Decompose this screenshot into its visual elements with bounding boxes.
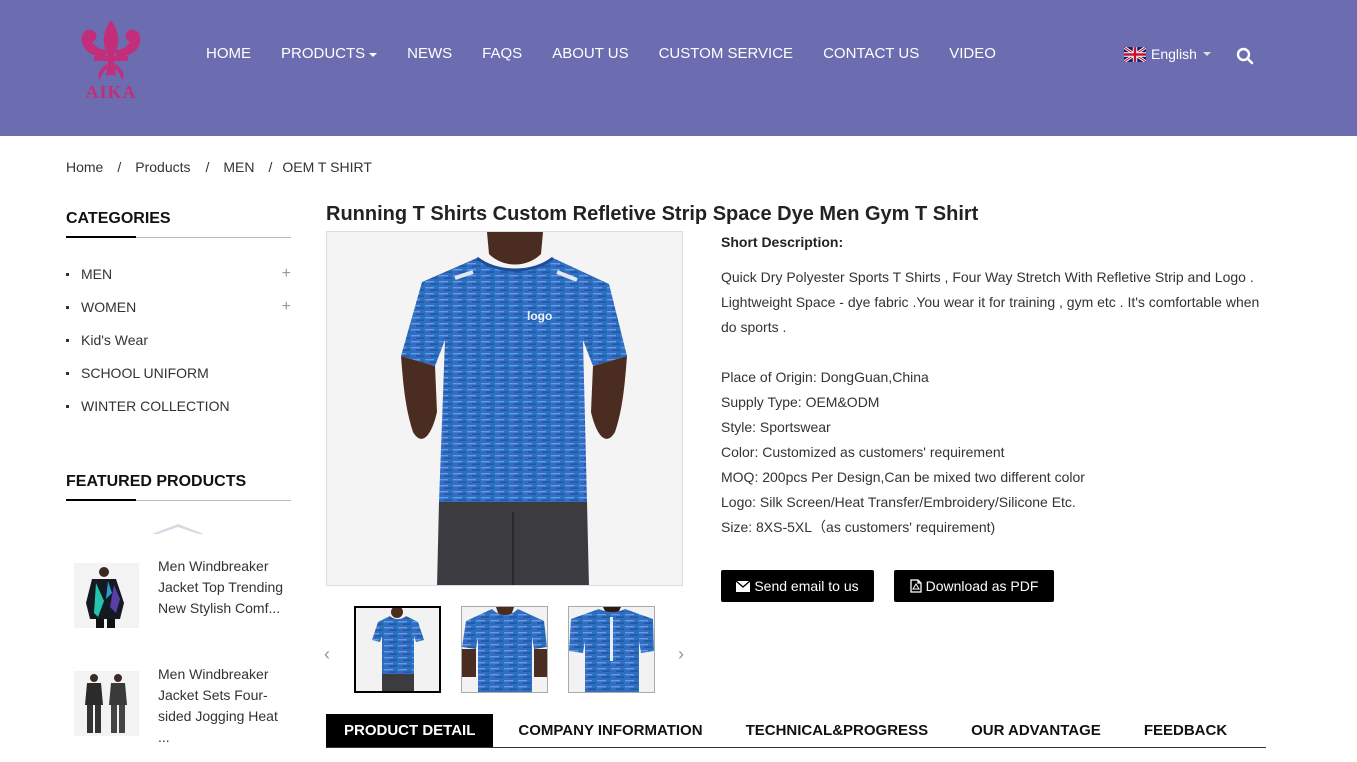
send-email-label: Send email to us [754, 578, 859, 594]
breadcrumb-separator: / [117, 159, 122, 175]
product-description: Quick Dry Polyester Sports T Shirts , Fo… [721, 269, 1260, 335]
category-list: MEN + WOMEN + Kid's Wear SCHOOL UNIFORM … [66, 263, 291, 428]
categories-title: CATEGORIES [66, 210, 171, 227]
nav-home[interactable]: HOME [206, 44, 251, 64]
breadcrumb: Home / Products / MEN / OEM T SHIRT [66, 159, 372, 175]
featured-product-image [74, 671, 139, 736]
jacket-set-image [74, 671, 139, 736]
category-label: WOMEN [81, 299, 137, 315]
language-label: English [1151, 46, 1197, 62]
main-nav: HOME PRODUCTS NEWS FAQS ABOUT US CUSTOM … [206, 44, 1026, 64]
nav-contact-us[interactable]: CONTACT US [823, 44, 919, 64]
featured-product-name[interactable]: Men Windbreaker Jacket Sets Four-sided J… [158, 664, 288, 748]
spec-origin: Place of Origin: DongGuan,China [721, 369, 929, 385]
breadcrumb-separator: / [205, 159, 210, 175]
spec-logo: Logo: Silk Screen/Heat Transfer/Embroide… [721, 494, 1076, 510]
search-icon[interactable] [1236, 47, 1254, 65]
featured-product-name[interactable]: Men Windbreaker Jacket Top Trending New … [158, 556, 288, 619]
pdf-file-icon [909, 579, 922, 593]
product-tabs: PRODUCT DETAIL COMPANY INFORMATION TECHN… [326, 714, 1266, 748]
spec-supply-type: Supply Type: OEM&ODM [721, 394, 880, 410]
product-title: Running T Shirts Custom Refletive Strip … [326, 203, 979, 225]
tab-technical-progress[interactable]: TECHNICAL&PROGRESS [728, 714, 947, 747]
featured-product-item[interactable]: Men Windbreaker Jacket Top Trending New … [74, 556, 289, 636]
breadcrumb-products[interactable]: Products [135, 159, 190, 175]
thumbnail-front[interactable] [354, 606, 441, 693]
tab-feedback[interactable]: FEEDBACK [1126, 714, 1245, 747]
thumbnail-image [356, 608, 439, 691]
category-label: SCHOOL UNIFORM [81, 365, 209, 381]
nav-about-us[interactable]: ABOUT US [552, 44, 628, 64]
site-logo[interactable]: AIKA [72, 18, 150, 104]
category-label: WINTER COLLECTION [81, 398, 230, 414]
featured-product-image [74, 563, 139, 628]
product-main-image[interactable]: logo [326, 231, 683, 586]
site-header: AIKA HOME PRODUCTS NEWS FAQS ABOUT US CU… [0, 0, 1357, 136]
thumbnail-back[interactable] [568, 606, 655, 693]
plus-icon[interactable]: + [282, 263, 291, 285]
featured-products-title: FEATURED PRODUCTS [66, 473, 247, 490]
tab-product-detail[interactable]: PRODUCT DETAIL [326, 714, 494, 747]
breadcrumb-home[interactable]: Home [66, 159, 103, 175]
category-item-kids-wear[interactable]: Kid's Wear [66, 329, 291, 362]
uk-flag-icon [1124, 46, 1146, 62]
featured-product-item[interactable]: Men Windbreaker Jacket Sets Four-sided J… [74, 664, 289, 745]
short-description-title: Short Description: [721, 234, 844, 250]
envelope-icon [736, 580, 751, 592]
tab-our-advantage[interactable]: OUR ADVANTAGE [953, 714, 1119, 747]
download-pdf-label: Download as PDF [925, 578, 1039, 594]
image-logo-text: logo [527, 309, 552, 323]
spec-size: Size: 8XS-5XL（as customers' requirement) [721, 519, 996, 535]
nav-video[interactable]: VIDEO [949, 44, 996, 64]
breadcrumb-current: OEM T SHIRT [282, 159, 372, 175]
category-label: MEN [81, 266, 113, 282]
chevron-down-icon [369, 53, 378, 57]
tshirt-model-image: logo [327, 232, 682, 585]
fleur-de-lis-icon [81, 20, 141, 80]
nav-products[interactable]: PRODUCTS [281, 44, 378, 64]
chevron-right-icon[interactable]: › [678, 644, 684, 665]
nav-faqs[interactable]: FAQS [482, 44, 522, 64]
download-pdf-button[interactable]: Download as PDF [894, 570, 1054, 602]
category-item-school-uniform[interactable]: SCHOOL UNIFORM [66, 362, 291, 395]
plus-icon[interactable]: + [282, 296, 291, 318]
chevron-down-icon [1202, 52, 1211, 56]
nav-custom-service[interactable]: CUSTOM SERVICE [659, 44, 793, 64]
breadcrumb-separator: / [268, 159, 273, 175]
featured-divider [66, 499, 291, 501]
thumbnail-strip: ‹ › [324, 606, 689, 694]
send-email-button[interactable]: Send email to us [721, 570, 874, 602]
category-label: Kid's Wear [81, 332, 148, 348]
breadcrumb-men[interactable]: MEN [223, 159, 254, 175]
nav-news[interactable]: NEWS [407, 44, 452, 64]
windbreaker-jacket-image [74, 563, 139, 628]
category-item-women[interactable]: WOMEN + [66, 296, 291, 329]
thumbnail-image [569, 607, 654, 692]
spec-moq: MOQ: 200pcs Per Design,Can be mixed two … [721, 469, 1085, 485]
thumbnail-image [462, 607, 547, 692]
chevron-left-icon[interactable]: ‹ [324, 644, 330, 665]
chevron-up-icon[interactable] [152, 524, 204, 534]
language-selector[interactable]: English [1124, 46, 1211, 62]
categories-divider [66, 236, 291, 238]
product-specs: Place of Origin: DongGuan,China Supply T… [721, 365, 1085, 540]
thumbnail-closeup[interactable] [461, 606, 548, 693]
spec-color: Color: Customized as customers' requirem… [721, 444, 1005, 460]
nav-products-label: PRODUCTS [281, 45, 366, 62]
category-item-men[interactable]: MEN + [66, 263, 291, 296]
tab-company-information[interactable]: COMPANY INFORMATION [500, 714, 720, 747]
category-item-winter-collection[interactable]: WINTER COLLECTION [66, 395, 291, 428]
logo-text: AIKA [85, 82, 137, 102]
spec-style: Style: Sportswear [721, 419, 831, 435]
